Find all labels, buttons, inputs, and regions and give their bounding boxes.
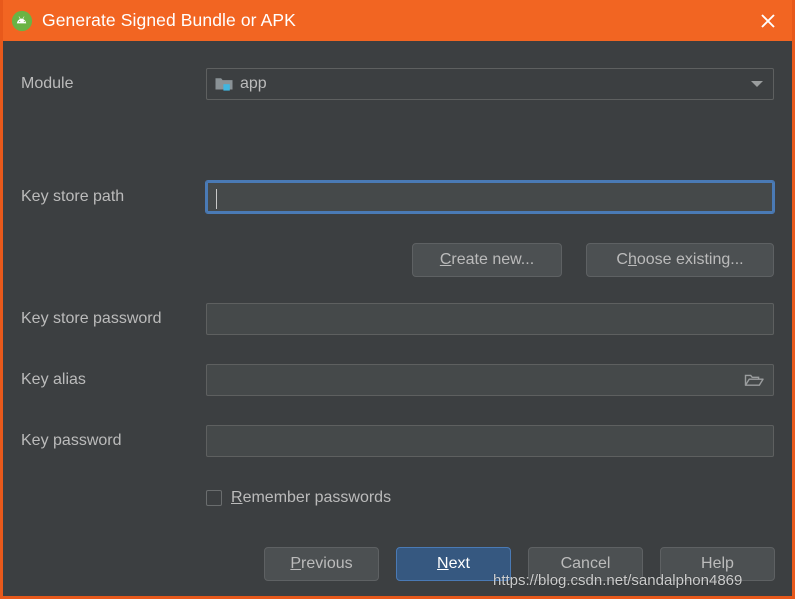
title-bar: Generate Signed Bundle or APK [3,0,792,41]
key-password-row: Key password [3,425,792,457]
key-store-path-label: Key store path [21,188,125,205]
choose-existing-label: oose existing... [636,251,744,268]
module-label: Module [21,75,74,92]
folder-open-icon[interactable] [744,372,764,388]
key-password-label: Key password [21,432,122,449]
choose-existing-mnemonic: h [627,251,637,268]
generate-signed-bundle-dialog: Generate Signed Bundle or APK Module app… [0,0,795,599]
close-button[interactable] [755,8,781,34]
module-value: app [240,75,267,92]
next-mnemonic: N [437,555,449,572]
create-new-mnemonic: C [439,251,452,268]
key-store-path-input[interactable] [205,180,775,214]
previous-label: revious [301,555,353,572]
key-alias-row: Key alias [3,364,792,396]
previous-mnemonic: P [290,555,302,572]
next-button[interactable]: Next [396,547,511,581]
choose-existing-pre: C [616,251,628,268]
module-row: Module app [3,68,792,100]
cancel-label: Cancel [560,555,611,572]
remember-passwords-checkbox[interactable]: Remember passwords [206,489,391,507]
close-icon [761,14,775,28]
key-store-path-row: Key store path [3,180,792,214]
module-combobox[interactable]: app [206,68,774,100]
cancel-button[interactable]: Cancel [528,547,643,581]
help-button[interactable]: Help [660,547,775,581]
previous-button[interactable]: Previous [264,547,379,581]
chevron-down-icon [751,81,763,87]
next-label: ext [448,555,470,572]
create-new-label: reate new... [451,251,535,268]
choose-existing-button[interactable]: Ch oose existing... [586,243,774,277]
key-store-password-label: Key store password [21,310,162,327]
key-alias-label: Key alias [21,371,86,388]
key-alias-input[interactable] [206,364,774,396]
remember-passwords-label: emember passwords [242,489,392,506]
create-new-button[interactable]: Create new... [412,243,562,277]
dialog-title: Generate Signed Bundle or APK [42,10,296,30]
key-store-password-input[interactable] [206,303,774,335]
android-studio-icon [11,10,33,31]
text-caret [216,189,217,209]
module-folder-icon [215,78,233,91]
checkbox-box[interactable] [206,490,222,506]
remember-passwords-mnemonic: R [231,489,243,506]
key-store-password-row: Key store password [3,303,792,335]
key-password-input[interactable] [206,425,774,457]
help-label: Help [701,555,734,572]
dialog-body: Module app Key store path Create new... … [3,41,792,596]
